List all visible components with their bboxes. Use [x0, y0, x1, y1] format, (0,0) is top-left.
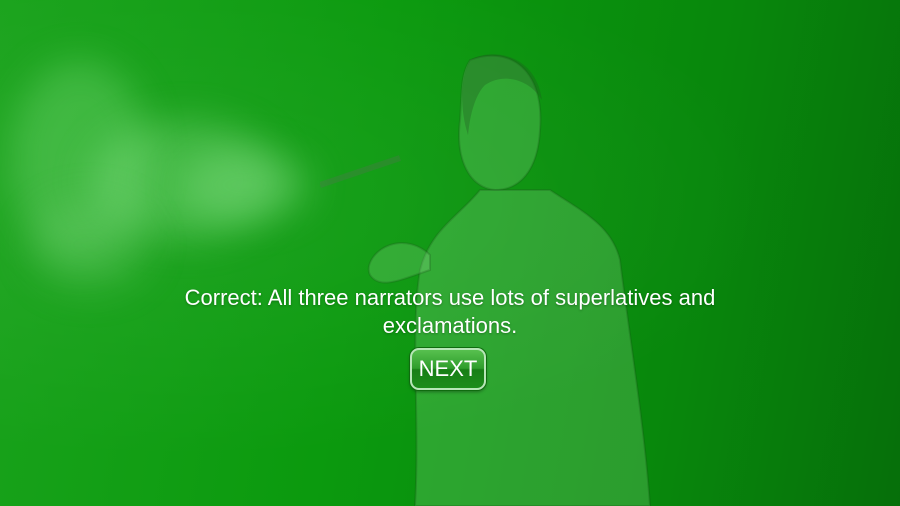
next-button[interactable]: NEXT [410, 348, 486, 390]
feedback-message: Correct: All three narrators use lots of… [184, 285, 716, 338]
background-overlay [0, 0, 900, 506]
background-scene [0, 0, 900, 506]
